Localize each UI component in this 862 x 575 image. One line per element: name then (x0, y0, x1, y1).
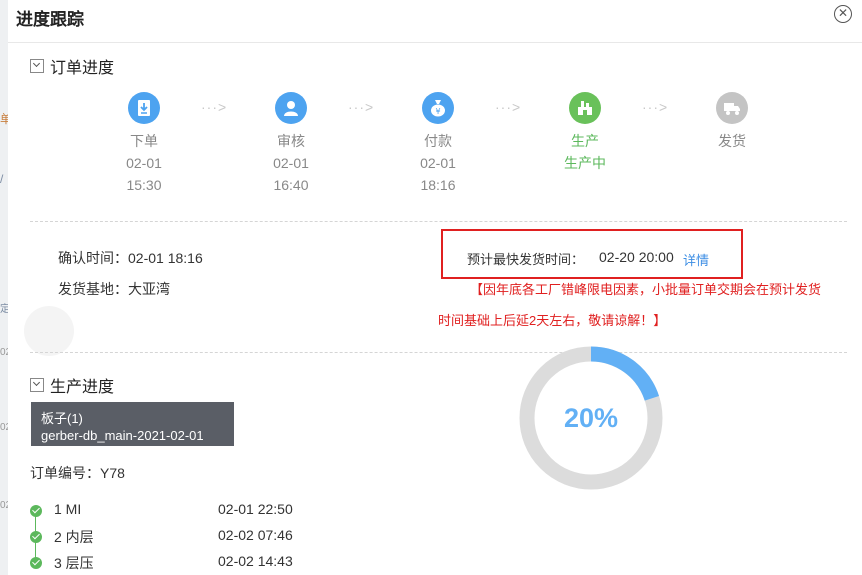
factory-production-icon (569, 92, 601, 124)
reviewer-user-icon (275, 92, 307, 124)
estimated-shipping-label: 预计最快发货时间： (467, 252, 585, 267)
delay-notice-line1: 【因年底各工厂错峰限电因素，小批量订单交期会在预计发货 (470, 282, 822, 297)
step-arrow-icon: ···> (348, 99, 375, 115)
step-delivery: 发货 (692, 92, 772, 152)
order-progress-header[interactable]: 订单进度 (30, 54, 114, 78)
dialog-title: 进度跟踪 (16, 10, 84, 29)
scroll-back-button[interactable] (24, 306, 74, 356)
svg-text:¥: ¥ (435, 107, 440, 116)
process-name: 3 层压 (54, 555, 94, 571)
confirm-time-value: 02-01 18:16 (128, 250, 203, 266)
order-download-icon (128, 92, 160, 124)
check-icon (30, 531, 42, 543)
step-arrow-icon: ···> (642, 99, 669, 115)
progress-percent: 20% (564, 403, 618, 433)
close-circle-icon[interactable]: ✕ (834, 5, 852, 23)
confirm-time-row: 确认时间：02-01 18:16 (58, 248, 203, 268)
step-date: 02-01 (126, 155, 162, 171)
section-divider (30, 221, 847, 222)
background-text: / (0, 172, 4, 186)
step-arrow-icon: ···> (201, 99, 228, 115)
step-label: 付款 (424, 133, 452, 149)
shipping-base-row: 发货基地：大亚湾 (58, 279, 170, 299)
step-time: 18:16 (420, 177, 456, 193)
process-name: 1 MI (54, 501, 82, 517)
step-payment: ¥ 付款 02-01 18:16 (398, 92, 478, 196)
delivery-truck-icon (716, 92, 748, 124)
progress-tracking-dialog: 进度跟踪 ✕ 订单进度 下单 02-01 15:30 ···> 审核 02-01… (8, 0, 862, 575)
product-tag[interactable]: 板子(1) gerber-db_main-2021-02-01 (31, 402, 234, 446)
step-label: 发货 (718, 133, 746, 149)
step-time: 16:40 (273, 177, 309, 193)
production-progress-donut: 20% (519, 346, 663, 490)
order-number: 订单编号：Y78 (30, 465, 125, 481)
step-arrow-icon: ···> (495, 99, 522, 115)
product-file: gerber-db_main-2021-02-01 (41, 428, 204, 443)
step-label: 下单 (130, 133, 158, 149)
section-title: 生产进度 (50, 379, 115, 396)
section-divider (30, 352, 847, 353)
shipping-base-label: 发货基地： (58, 281, 128, 297)
dialog-header: 进度跟踪 ✕ (8, 0, 862, 43)
estimated-shipping-value: 02-20 20:00 (599, 249, 674, 265)
process-name: 2 内层 (54, 529, 94, 545)
collapse-toggle-icon[interactable] (30, 378, 44, 392)
process-time: 02-02 07:46 (218, 527, 293, 543)
section-title: 订单进度 (50, 60, 115, 77)
money-bag-icon: ¥ (422, 92, 454, 124)
delay-notice-line2: 时间基础上后延2天左右，敬请谅解！】 (438, 313, 667, 328)
step-order: 下单 02-01 15:30 (104, 92, 184, 196)
check-icon (30, 505, 42, 517)
step-label: 审核 (277, 133, 305, 149)
step-time: 15:30 (126, 177, 162, 193)
collapse-toggle-icon[interactable] (30, 59, 44, 73)
step-review: 审核 02-01 16:40 (251, 92, 331, 196)
check-icon (30, 557, 42, 569)
step-label: 生产 (571, 133, 599, 149)
process-time: 02-01 22:50 (218, 501, 293, 517)
step-date: 02-01 (273, 155, 309, 171)
step-status: 生产中 (564, 155, 606, 171)
product-name: 板子(1) (41, 411, 83, 426)
shipping-details-link[interactable]: 详情 (683, 250, 709, 269)
step-date: 02-01 (420, 155, 456, 171)
production-progress-header[interactable]: 生产进度 (30, 373, 114, 397)
process-time: 02-02 14:43 (218, 553, 293, 569)
shipping-base-value: 大亚湾 (128, 281, 170, 297)
confirm-time-label: 确认时间： (58, 250, 128, 266)
step-production: 生产 生产中 (545, 92, 625, 174)
estimated-shipping-box: 预计最快发货时间： 02-20 20:00 详情 (441, 229, 743, 279)
